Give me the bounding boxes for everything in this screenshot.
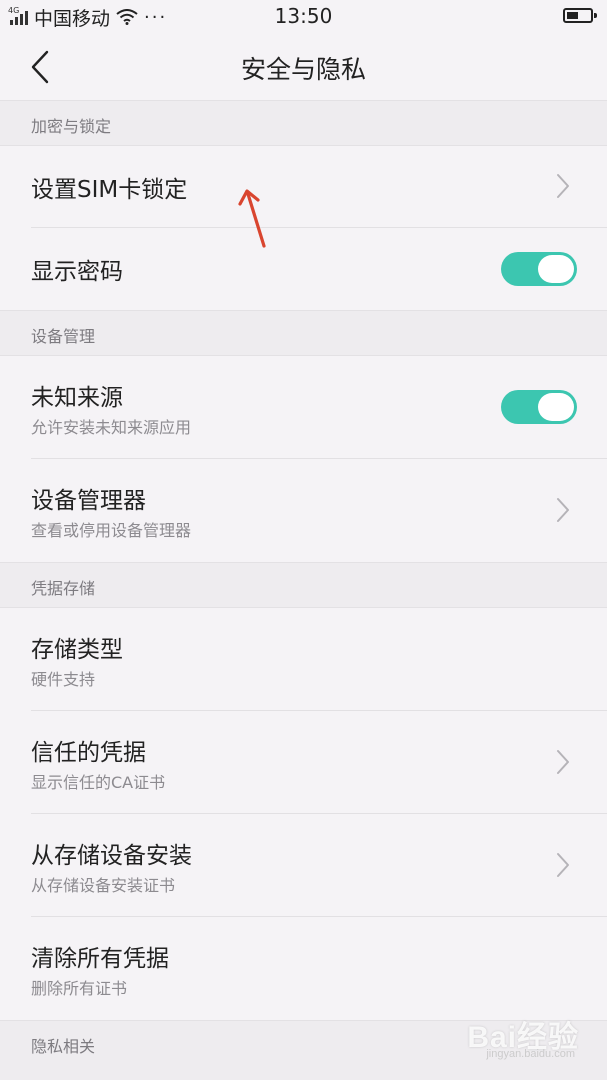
chevron-right-icon [557,498,569,522]
section-header-label: 隐私相关 [31,1037,96,1056]
battery-icon [563,8,597,23]
section-header-device-management: 设备管理 [0,310,607,356]
row-title: 存储类型 [31,637,123,663]
arrow-up-icon [238,189,266,248]
row-subtitle: 从存储设备安装证书 [31,876,176,895]
row-title: 从存储设备安装 [31,843,192,869]
chevron-right-icon [557,853,569,877]
toggle-knob [538,255,574,283]
row-clear-credentials[interactable]: 清除所有凭据 删除所有证书 [0,917,607,1020]
toggle-show-password[interactable] [501,252,577,286]
row-title: 显示密码 [31,259,123,285]
watermark: Bai经验 jingyan.baidu.com [429,1012,579,1064]
nav-bar: 安全与隐私 [0,34,607,100]
row-subtitle: 查看或停用设备管理器 [31,521,192,540]
row-title: 清除所有凭据 [31,946,169,972]
row-subtitle: 允许安装未知来源应用 [31,418,192,437]
row-storage-type: 存储类型 硬件支持 [0,608,607,711]
chevron-right-icon [557,750,569,774]
row-subtitle: 硬件支持 [31,670,96,689]
row-subtitle: 显示信任的CA证书 [31,773,166,792]
page-title: 安全与隐私 [240,55,366,84]
row-device-manager[interactable]: 设备管理器 查看或停用设备管理器 [0,459,607,562]
toggle-unknown-sources[interactable] [501,390,577,424]
section-header-label: 加密与锁定 [31,117,112,136]
row-unknown-sources: 未知来源 允许安装未知来源应用 [0,356,607,459]
row-trusted-credentials[interactable]: 信任的凭据 显示信任的CA证书 [0,711,607,814]
row-title: 信任的凭据 [31,740,146,766]
row-title: 设备管理器 [31,488,146,514]
watermark-url: jingyan.baidu.com [486,1048,575,1060]
section-header-label: 凭据存储 [31,579,96,598]
row-sim-lock[interactable]: 设置SIM卡锁定 [0,146,607,228]
row-show-password: 显示密码 [0,228,607,310]
toggle-knob [538,393,574,421]
row-install-from-storage[interactable]: 从存储设备安装 从存储设备安装证书 [0,814,607,917]
status-time: 13:50 [274,4,333,28]
status-bar: 4G 中国移动 ··· 13:50 [0,0,607,34]
section-header-label: 设备管理 [31,327,96,346]
chevron-right-icon [557,174,569,198]
row-subtitle: 删除所有证书 [31,979,128,998]
section-header-encryption: 加密与锁定 [0,100,607,146]
row-title: 设置SIM卡锁定 [31,177,188,203]
row-title: 未知来源 [31,385,123,411]
section-header-credential-storage: 凭据存储 [0,562,607,608]
